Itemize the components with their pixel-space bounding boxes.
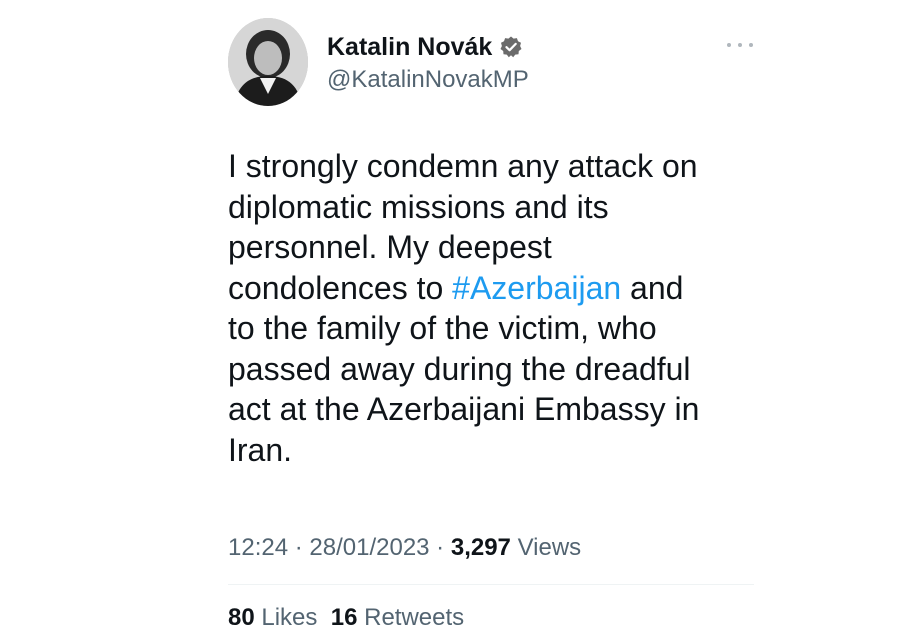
- more-dot: [727, 43, 731, 47]
- tweet-text: I strongly condemn any attack on diploma…: [228, 146, 788, 470]
- tweet-line: I strongly condemn any attack on: [228, 148, 698, 184]
- hashtag-link[interactable]: #Azerbaijan: [452, 270, 621, 306]
- tweet-meta: 12:24 · 28/01/2023 · 3,297 Views: [228, 534, 581, 562]
- verified-badge-icon: [499, 35, 523, 59]
- tweet-line: to the family of the victim, who: [228, 310, 657, 346]
- tweet-time[interactable]: 12:24: [228, 534, 288, 561]
- likes-count: 80: [228, 604, 255, 631]
- author-name[interactable]: Katalin Novák: [327, 33, 492, 62]
- tweet-line-text: and: [621, 269, 684, 306]
- divider: [228, 584, 754, 585]
- tweet-line-text: condolences to: [228, 269, 453, 306]
- tweet-line: passed away during the dreadful: [228, 350, 691, 387]
- more-dot: [749, 43, 753, 47]
- author-name-row: Katalin Novák: [327, 30, 523, 64]
- tweet-stats: 80 Likes 16 Retweets: [228, 604, 464, 632]
- tweet-line: personnel. My deepest: [228, 229, 552, 265]
- retweets-label: Retweets: [357, 604, 465, 631]
- profile-photo: [228, 18, 308, 106]
- avatar[interactable]: [228, 18, 308, 106]
- views-label: Views: [510, 534, 582, 561]
- views-count: 3,297: [450, 534, 511, 561]
- stats-gap: [317, 604, 330, 631]
- retweets-count: 16: [330, 604, 358, 631]
- tweet-line: diplomatic missions and its: [228, 188, 609, 225]
- likes-label: Likes: [254, 604, 318, 631]
- meta-separator: ·: [288, 534, 310, 561]
- meta-separator: ·: [429, 534, 451, 561]
- tweet-line: condolences to #Azerbaijan and: [228, 268, 788, 309]
- tweet-line: act at the Azerbaijani Embassy in: [228, 391, 700, 427]
- more-dot: [738, 43, 742, 47]
- tweet-date[interactable]: 28/01/2023: [309, 534, 429, 561]
- author-handle[interactable]: @KatalinNovakMP: [327, 66, 529, 94]
- more-options-icon[interactable]: [727, 38, 753, 52]
- retweets-link[interactable]: 16 Retweets: [331, 604, 464, 631]
- likes-link[interactable]: 80 Likes: [228, 604, 317, 631]
- tweet-line: Iran.: [228, 431, 293, 468]
